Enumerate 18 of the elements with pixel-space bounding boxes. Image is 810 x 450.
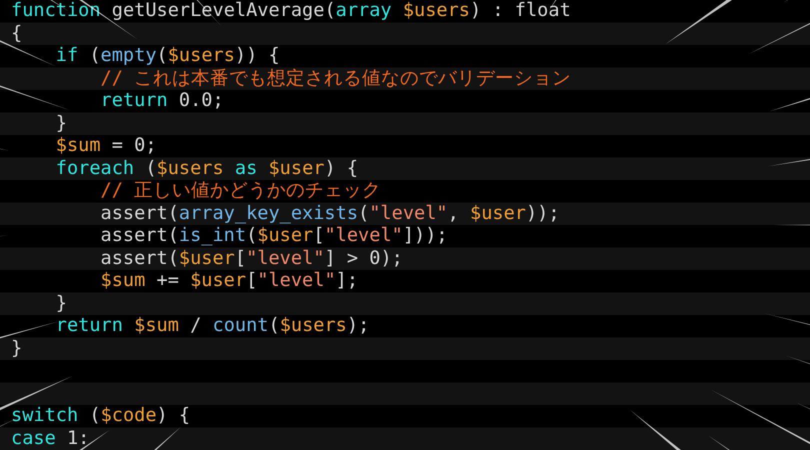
code-line: {	[11, 22, 22, 44]
code-line: }	[56, 112, 67, 134]
code-line: assert($user["level"] > 0);	[100, 248, 403, 268]
code-line: return 0.0;	[100, 90, 224, 111]
code-line: assert(is_int($user["level"]));	[100, 225, 448, 246]
code-line: case 1:	[11, 428, 90, 448]
code-line: switch ($code) {	[11, 405, 190, 426]
code-line: if (empty($users)) {	[56, 45, 280, 66]
code-line: function getUserLevelAverage(array $users) : float	[11, 0, 571, 21]
code-comment: // 正しい値かどうかのチェック	[100, 180, 382, 201]
code-line: $sum += $user["level"];	[100, 270, 358, 291]
code-line: assert(array_key_exists("level", $user));	[100, 202, 560, 224]
code-line: }	[11, 338, 22, 358]
code-line: }	[56, 292, 67, 314]
code-line: $sum = 0;	[56, 135, 157, 156]
code-comment: // これは本番でも想定される値なのでバリデーション	[100, 68, 572, 88]
code-line: foreach ($users as $user) {	[56, 158, 358, 178]
code-line: return $sum / count($users);	[56, 315, 370, 336]
